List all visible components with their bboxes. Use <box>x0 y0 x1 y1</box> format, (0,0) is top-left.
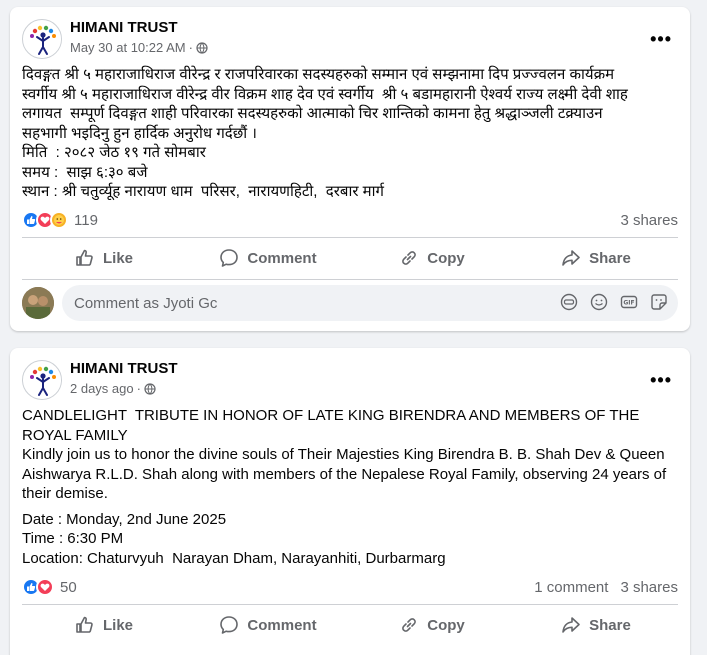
composer-tools: GIF <box>560 293 668 311</box>
post-line: स्थान : श्री चतुर्व्यूह नारायण धाम परिसर… <box>22 183 384 200</box>
globe-icon <box>144 382 156 395</box>
avatar-sticker-icon[interactable] <box>560 293 578 311</box>
post-card: HIMANI TRUST 2 days ago · ••• CANDLELIGH… <box>10 348 690 655</box>
share-button[interactable]: Share <box>514 240 678 276</box>
post-timestamp[interactable]: May 30 at 10:22 AM <box>70 40 186 55</box>
reaction-summary: 119 3 shares <box>22 210 678 230</box>
share-button[interactable]: Share <box>514 607 678 643</box>
divider <box>22 604 678 605</box>
like-label: Like <box>102 616 133 634</box>
post-meta: May 30 at 10:22 AM · <box>70 40 208 55</box>
page-name[interactable]: HIMANI TRUST <box>70 19 178 36</box>
svg-text:GIF: GIF <box>623 300 634 307</box>
post-line: दिवङ्गत श्री ५ महाराजाधिराज वीरेन्द्र र … <box>22 66 615 83</box>
post-timestamp[interactable]: 2 days ago <box>70 381 134 396</box>
like-label: Like <box>102 249 133 267</box>
post-line: मिति : २०८२ जेठ १९ गते सोमबार <box>22 144 206 161</box>
reaction-count[interactable]: 50 <box>60 579 77 596</box>
share-arrow-icon <box>562 617 580 633</box>
comment-bubble-icon <box>220 249 239 267</box>
post-body: दिवङ्गत श्री ५ महाराजाधिराज वीरेन्द्र र … <box>22 65 678 202</box>
more-options-icon[interactable]: ••• <box>650 370 672 391</box>
globe-icon <box>196 41 208 54</box>
post-body: CANDLELIGHT TRIBUTE IN HONOR OF LATE KIN… <box>22 406 678 568</box>
divider <box>22 237 678 238</box>
thumbs-up-icon <box>76 616 93 633</box>
post-actions: Like Comment Copy Share <box>22 240 678 276</box>
comment-input[interactable]: Comment as Jyoti Gc GIF <box>62 285 678 321</box>
shares-count[interactable]: 3 shares <box>620 579 678 596</box>
reaction-count[interactable]: 119 <box>74 212 98 229</box>
shares-count[interactable]: 3 shares <box>620 212 678 229</box>
reaction-icons[interactable] <box>22 211 68 229</box>
comment-composer: Comment as Jyoti Gc GIF <box>22 285 678 321</box>
post-header: HIMANI TRUST 2 days ago · ••• <box>22 360 678 400</box>
post-line: सहभागी भइदिनु हुन हार्दिक अनुरोध गर्दछौं… <box>22 124 257 142</box>
page-avatar[interactable] <box>22 360 62 400</box>
share-label: Share <box>589 249 631 267</box>
user-photo-icon <box>22 287 54 319</box>
link-icon <box>402 618 417 632</box>
thumbs-up-icon <box>76 249 93 266</box>
care-reaction-icon <box>50 211 68 229</box>
sticker-icon[interactable] <box>650 293 668 311</box>
copy-label: Copy <box>427 249 465 267</box>
post-actions: Like Comment Copy Share <box>22 607 678 643</box>
emoji-icon[interactable] <box>590 293 608 311</box>
post-paragraph: CANDLELIGHT TRIBUTE IN HONOR OF LATE KIN… <box>22 407 667 502</box>
post-header: HIMANI TRUST May 30 at 10:22 AM · ••• <box>22 19 678 59</box>
love-reaction-icon <box>36 578 54 596</box>
link-icon <box>402 251 417 265</box>
page-avatar[interactable] <box>22 19 62 59</box>
trust-logo-icon <box>25 22 61 58</box>
comment-label: Comment <box>247 616 317 634</box>
comment-button[interactable]: Comment <box>186 607 350 643</box>
post-line: समय : साझ ६:३० बजे <box>22 163 148 181</box>
meta-separator: · <box>136 381 141 396</box>
post-meta: 2 days ago · <box>70 381 156 396</box>
post-line: लगायत सम्पूर्ण दिवङ्गत शाही परिवारका सदस… <box>22 105 603 122</box>
post-card: HIMANI TRUST May 30 at 10:22 AM · ••• दि… <box>10 7 690 331</box>
post-line: स्वर्गीय श्री ५ महाराजाधिराज वीरेन्द्र व… <box>22 85 628 103</box>
page-name[interactable]: HIMANI TRUST <box>70 360 178 377</box>
meta-separator: · <box>188 40 193 55</box>
comment-button[interactable]: Comment <box>186 240 350 276</box>
comment-bubble-icon <box>220 616 239 634</box>
copy-button[interactable]: Copy <box>350 607 514 643</box>
trust-logo-icon <box>25 363 61 399</box>
more-options-icon[interactable]: ••• <box>650 29 672 50</box>
like-button[interactable]: Like <box>22 240 186 276</box>
reaction-icons[interactable] <box>22 578 54 596</box>
comment-label: Comment <box>247 249 317 267</box>
gif-icon[interactable]: GIF <box>620 293 638 311</box>
user-avatar[interactable] <box>22 287 54 319</box>
divider <box>22 279 678 280</box>
like-button[interactable]: Like <box>22 607 186 643</box>
share-arrow-icon <box>562 250 580 266</box>
copy-button[interactable]: Copy <box>350 240 514 276</box>
comments-count[interactable]: 1 comment <box>534 579 608 596</box>
post-paragraph: Date : Monday, 2nd June 2025 Time : 6:30… <box>22 510 446 567</box>
copy-label: Copy <box>427 616 465 634</box>
comment-placeholder: Comment as Jyoti Gc <box>74 294 218 312</box>
reaction-summary: 50 1 comment 3 shares <box>22 577 678 597</box>
share-label: Share <box>589 616 631 634</box>
